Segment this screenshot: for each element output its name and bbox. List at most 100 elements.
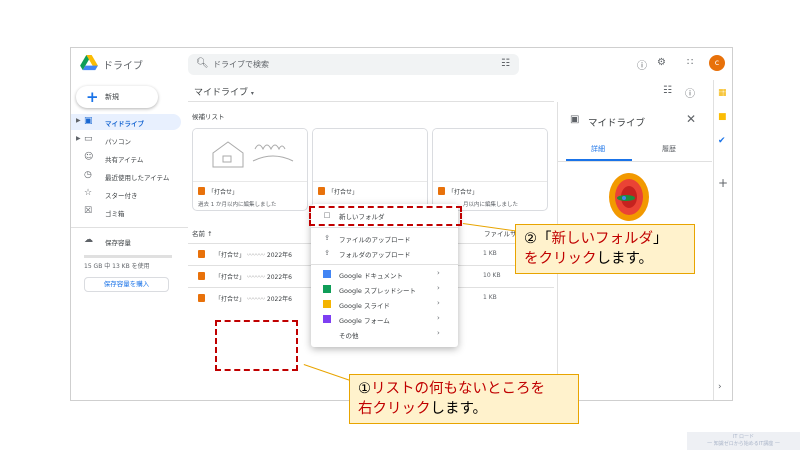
file-date: 2022年6: [266, 274, 292, 281]
storage-bar: [84, 255, 172, 258]
add-addon-icon[interactable]: +: [718, 176, 728, 190]
callout-step1: ①リストの何もないところを 右クリックします。: [349, 374, 579, 424]
callout-text: します。: [430, 401, 488, 417]
sidebar-item-storage[interactable]: ☁ 保存容量: [71, 233, 181, 249]
menu-item-google-sheets[interactable]: Google スプレッドシート ›: [311, 282, 458, 297]
drive-logo-icon[interactable]: [80, 55, 98, 71]
details-title: マイドライブ: [588, 118, 646, 129]
menu-item-label: Google ドキュメント: [339, 272, 403, 280]
apps-icon[interactable]: ∷: [687, 57, 693, 68]
calendar-icon[interactable]: ▦: [718, 88, 727, 98]
menu-item-label: Google フォーム: [339, 317, 390, 325]
computer-icon: ▭: [84, 134, 93, 144]
suggested-label: 候補リスト: [192, 113, 225, 121]
redacted-scribble: 〰〰〰: [246, 252, 265, 259]
side-apps-panel: ▦ ■ ✔ + ›: [713, 80, 732, 400]
tasks-icon[interactable]: ✔: [718, 136, 726, 146]
tab-divider: [558, 161, 712, 162]
sidebar-item-shared[interactable]: ☺ 共有アイテム: [71, 150, 181, 166]
drive-illustration-icon: [609, 173, 649, 221]
sidebar-item-label: パソコン: [105, 138, 131, 146]
expand-caret-icon[interactable]: ▶: [76, 117, 81, 124]
menu-item-label: その他: [339, 332, 359, 340]
sidebar: + 新規 ▶ ▣ マイドライブ ▶ ▭ パソコン ☺ 共有アイテム ◷ 最近使用…: [71, 80, 188, 400]
menu-item-google-slides[interactable]: Google スライド ›: [311, 297, 458, 312]
my-drive-icon: ▣: [84, 116, 93, 126]
column-header-name[interactable]: 名前 ↑: [192, 228, 213, 238]
keep-icon[interactable]: ■: [718, 112, 727, 122]
brand-watermark: IT ロード 一 知識ゼロから始めるIT講座 一: [687, 432, 800, 450]
sidebar-item-label: 保存容量: [105, 239, 131, 247]
star-icon: ☆: [84, 188, 93, 198]
brand-name: IT ロード: [732, 434, 755, 440]
suggested-file-card[interactable]: 「打合せ」 月以内に編集しました: [432, 128, 548, 211]
help-icon[interactable]: ⓘ: [637, 57, 647, 72]
file-type-icon: [198, 272, 205, 280]
sketch-thumbnail-icon: [212, 141, 294, 168]
top-bar: ドライブ 🔍︎ ドライブで検索 ☷ ⓘ ⚙ ∷ c: [71, 48, 732, 80]
redacted-scribble: 〰〰〰: [246, 296, 265, 303]
file-date: 2022年6: [266, 296, 292, 303]
chevron-right-icon[interactable]: ›: [718, 382, 722, 392]
file-type-icon: [198, 187, 205, 195]
grid-view-icon[interactable]: ☷: [663, 85, 672, 96]
settings-icon[interactable]: ⚙: [657, 57, 666, 68]
expand-caret-icon[interactable]: ▶: [76, 135, 81, 142]
file-date: 2022年6: [266, 252, 292, 259]
plus-icon: +: [86, 88, 99, 106]
info-icon[interactable]: ⓘ: [685, 85, 695, 100]
callout-text: 」: [653, 231, 668, 247]
file-name: 「打合せ」: [448, 189, 479, 196]
menu-item-google-docs[interactable]: Google ドキュメント ›: [311, 267, 458, 282]
file-name: 「打合せ」: [208, 189, 239, 196]
close-icon[interactable]: ✕: [686, 112, 696, 126]
sidebar-item-recent[interactable]: ◷ 最近使用したアイテム: [71, 168, 181, 184]
new-button[interactable]: + 新規: [76, 86, 158, 108]
search-icon[interactable]: 🔍︎: [196, 58, 209, 69]
cloud-icon: ☁: [84, 235, 93, 245]
tab-details[interactable]: 詳細: [591, 144, 605, 154]
new-button-label: 新規: [105, 93, 119, 101]
menu-item-file-upload[interactable]: ⇪ ファイルのアップロード: [311, 231, 458, 246]
menu-item-label: Google スライド: [339, 302, 390, 310]
sidebar-item-trash[interactable]: ☒ ゴミ箱: [71, 204, 181, 220]
chevron-right-icon: ›: [437, 314, 440, 322]
redacted-scribble: 〰〰〰: [246, 274, 265, 281]
menu-item-folder-upload[interactable]: ⇪ フォルダのアップロード: [311, 246, 458, 261]
sidebar-item-starred[interactable]: ☆ スター付き: [71, 186, 181, 202]
menu-divider: [311, 227, 458, 228]
search-input[interactable]: ドライブで検索: [213, 59, 269, 70]
sidebar-item-label: 共有アイテム: [105, 156, 144, 164]
sidebar-item-my-drive[interactable]: ▶ ▣ マイドライブ: [71, 114, 181, 130]
menu-item-label: フォルダのアップロード: [339, 251, 411, 259]
callout-step1-line2: 右クリックします。: [358, 399, 570, 419]
file-name: 「打合せ」 〰〰〰 2022年6: [215, 250, 292, 259]
file-size: 1 KB: [483, 294, 497, 301]
avatar[interactable]: c: [709, 55, 725, 71]
chevron-right-icon: ›: [437, 299, 440, 307]
tab-activity[interactable]: 履歴: [662, 144, 676, 154]
search-bar[interactable]: 🔍︎ ドライブで検索 ☷: [188, 54, 519, 75]
shared-icon: ☺: [84, 152, 94, 162]
callout-text-emphasis: リストの何もないところを: [371, 381, 545, 397]
file-thumbnail: [313, 129, 427, 182]
storage-usage-text: 15 GB 中 13 KB を使用: [84, 263, 150, 270]
callout-text: します。: [596, 251, 654, 267]
callout-text-emphasis: 新しいフォルダ: [551, 231, 654, 247]
page-title[interactable]: マイドライブ ▾: [194, 85, 254, 98]
suggested-file-card[interactable]: 「打合せ」 過去 1 か月以内に編集しました: [192, 128, 308, 211]
search-options-icon[interactable]: ☷: [501, 58, 510, 69]
sidebar-item-computers[interactable]: ▶ ▭ パソコン: [71, 132, 181, 148]
buy-storage-button[interactable]: 保存容量を購入: [84, 277, 169, 292]
file-type-icon: [198, 294, 205, 302]
sidebar-item-label: ゴミ箱: [105, 210, 125, 218]
forms-icon: [323, 315, 331, 323]
sort-arrow-icon[interactable]: ↑: [207, 230, 212, 238]
header-divider: [188, 101, 554, 102]
chevron-right-icon: ›: [437, 329, 440, 337]
menu-item-google-forms[interactable]: Google フォーム ›: [311, 312, 458, 327]
suggested-file-card[interactable]: 「打合せ」: [312, 128, 428, 211]
callout-text-emphasis: をクリック: [524, 251, 597, 267]
menu-item-more[interactable]: その他 ›: [311, 327, 458, 342]
file-thumbnail: [193, 129, 307, 182]
